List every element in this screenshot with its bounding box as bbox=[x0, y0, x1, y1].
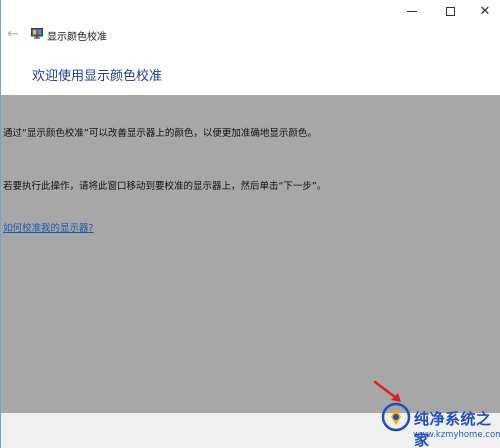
close-button[interactable]: ✕ bbox=[467, 0, 500, 22]
maximize-button[interactable] bbox=[432, 0, 468, 22]
title-bar[interactable]: ✕ bbox=[1, 0, 500, 22]
maximize-icon bbox=[445, 6, 455, 16]
calibration-window: ✕ ← 显示颜色校准 欢迎使用显示颜色校准 通过“显示颜色校准”可以改善显示器上… bbox=[0, 0, 500, 448]
minimize-icon bbox=[407, 11, 417, 12]
red-arrow-annotation-icon bbox=[373, 380, 401, 402]
display-calibration-icon bbox=[31, 28, 43, 39]
watermark-logo-icon bbox=[381, 402, 411, 432]
page-heading: 欢迎使用显示颜色校准 bbox=[32, 69, 163, 84]
instruction-paragraph: 若要执行此操作，请将此窗口移动到要校准的显示器上，然后单击“下一步”。 bbox=[3, 181, 327, 192]
back-arrow-icon[interactable]: ← bbox=[7, 26, 19, 42]
help-link[interactable]: 如何校准我的显示器? bbox=[3, 220, 94, 234]
content-area: 通过“显示颜色校准”可以改善显示器上的颜色，以便更加准确地显示颜色。 若要执行此… bbox=[1, 95, 500, 413]
navigation-row: ← 显示颜色校准 bbox=[1, 23, 500, 47]
watermark-url: www.kzmyhome.com bbox=[413, 430, 500, 440]
close-icon: ✕ bbox=[479, 3, 491, 19]
intro-paragraph: 通过“显示颜色校准”可以改善显示器上的颜色，以便更加准确地显示颜色。 bbox=[3, 128, 317, 139]
window-title: 显示颜色校准 bbox=[47, 32, 107, 43]
watermark-title: 纯净系统之家 bbox=[414, 410, 492, 448]
minimize-button[interactable] bbox=[394, 0, 430, 22]
